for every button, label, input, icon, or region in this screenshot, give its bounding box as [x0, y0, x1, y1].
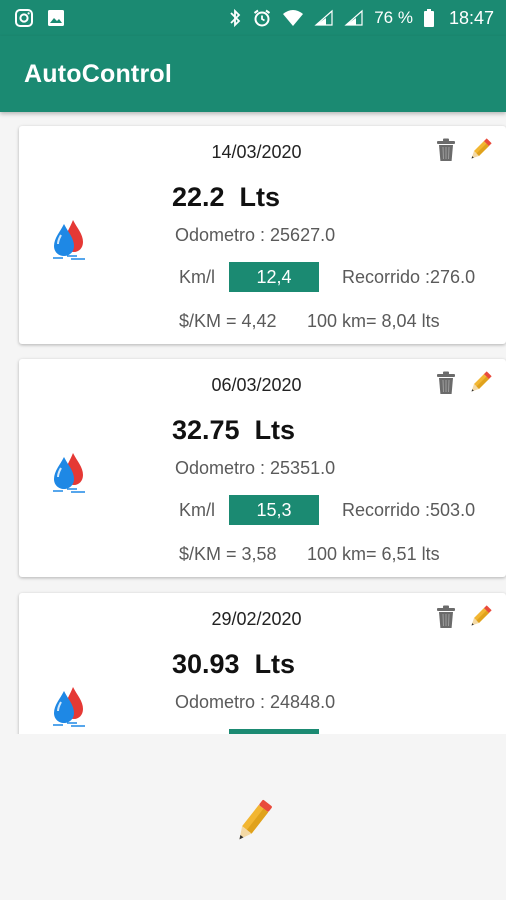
status-bar: 76 % 18:47 — [0, 0, 506, 36]
pencil-icon — [471, 605, 492, 626]
kml-badge: 15,3 — [229, 495, 319, 525]
cost-per-km-text: $/KM = 4,42 — [179, 311, 277, 331]
kml-badge: 12,4 — [229, 262, 319, 292]
add-record-button[interactable] — [233, 798, 273, 851]
odometer-text: Odometro : 25627.0 — [175, 225, 336, 245]
status-bar-left — [14, 8, 66, 28]
wifi-icon — [282, 9, 304, 27]
liters-value: 32.75 Lts — [172, 415, 296, 445]
image-icon — [46, 8, 66, 28]
record-date: 06/03/2020 — [211, 375, 302, 395]
app-title: AutoControl — [24, 59, 172, 88]
liters-value: 30.93 Lts — [172, 649, 296, 679]
fuel-drop-icon — [51, 683, 87, 732]
kml-label: Km/l — [179, 500, 215, 520]
distance-text: Recorrido :503.0 — [342, 500, 476, 520]
app-bar: AutoControl — [0, 36, 506, 112]
fuel-record-card[interactable]: 06/03/2020 32.75 Lts Odometro : 25351.0 … — [19, 359, 506, 577]
record-date: 29/02/2020 — [211, 609, 302, 629]
bluetooth-icon — [228, 8, 242, 28]
edit-button[interactable] — [468, 138, 492, 167]
liters-value: 22.2 Lts — [172, 182, 281, 212]
pencil-icon — [471, 371, 492, 392]
delete-button[interactable] — [435, 138, 457, 167]
delete-button[interactable] — [435, 605, 457, 634]
fuel-drop-icon — [51, 449, 87, 498]
trash-icon — [437, 138, 455, 161]
per-100km-text: 100 km= 6,51 lts — [307, 544, 440, 564]
trash-icon — [437, 605, 455, 628]
clock: 18:47 — [448, 7, 494, 28]
status-bar-right: 76 % 18:47 — [228, 8, 494, 29]
battery-icon — [423, 8, 435, 28]
pencil-icon — [239, 799, 272, 840]
delete-button[interactable] — [435, 371, 457, 400]
trash-icon — [437, 371, 455, 394]
instagram-icon — [14, 8, 34, 28]
pencil-icon — [471, 138, 492, 159]
distance-text: Recorrido :276.0 — [342, 267, 476, 287]
odometer-text: Odometro : 24848.0 — [175, 692, 336, 712]
alarm-icon — [252, 8, 272, 28]
signal-icon — [344, 9, 364, 27]
fuel-record-card[interactable]: 29/02/2020 30.93 Lts Odometro : 24848.0 — [19, 593, 506, 734]
signal-icon — [314, 9, 334, 27]
edit-button[interactable] — [468, 605, 492, 634]
cost-per-km-text: $/KM = 3,58 — [179, 544, 277, 564]
battery-percent: 76 % — [374, 8, 413, 27]
odometer-text: Odometro : 25351.0 — [175, 458, 336, 478]
fuel-record-card[interactable]: 14/03/2020 22.2 Lts Odometro : 25627.0 K… — [19, 126, 506, 344]
per-100km-text: 100 km= 8,04 lts — [307, 311, 440, 331]
kml-label: Km/l — [179, 267, 215, 287]
edit-button[interactable] — [468, 371, 492, 400]
record-date: 14/03/2020 — [211, 142, 302, 162]
fuel-drop-icon — [51, 216, 87, 265]
fuel-record-list[interactable]: 14/03/2020 22.2 Lts Odometro : 25627.0 K… — [0, 112, 506, 734]
